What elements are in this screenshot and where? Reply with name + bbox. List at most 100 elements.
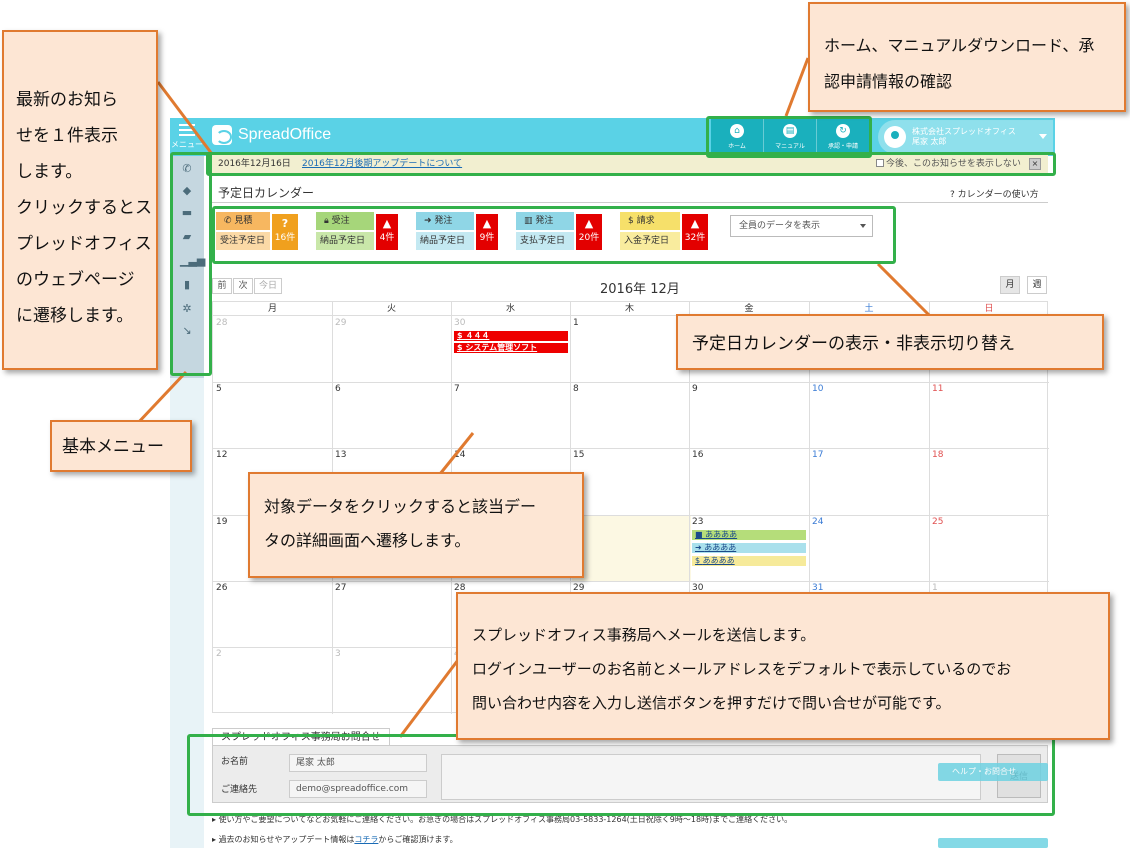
lock-icon: ■ (695, 530, 706, 539)
highlight-menu (170, 152, 212, 376)
day-number[interactable]: 17 (812, 450, 823, 460)
arrow-icon: ➜ (695, 543, 705, 552)
callout-nav: ホーム、マニュアルダウンロード、承 認申請情報の確認 (808, 2, 1126, 112)
dollar-icon: $ (695, 556, 703, 565)
callout-contact: スプレッドオフィス事務局へメールを送信します。 ログインユーザーのお名前とメール… (456, 592, 1110, 740)
view-week-button[interactable]: 週 (1027, 276, 1047, 294)
day-number[interactable]: 19 (216, 517, 227, 527)
callout-text: クリックするとス (16, 198, 152, 218)
highlight-nav (706, 116, 872, 158)
logo-text: SpreadOffice (238, 126, 332, 143)
grid-line (213, 581, 1049, 582)
day-number[interactable]: 16 (692, 450, 703, 460)
callout-text: のウェブページ (16, 270, 135, 290)
callout-text: 基本メニュー (62, 437, 164, 457)
day-number[interactable]: 10 (812, 384, 823, 394)
day-number[interactable]: 26 (216, 583, 227, 593)
event-item[interactable]: ■ ああああ (692, 530, 806, 540)
weekday-header: 月 (213, 302, 332, 316)
weekday-header: 木 (570, 302, 689, 316)
logo[interactable]: SpreadOffice (212, 125, 331, 145)
callout-menu: 基本メニュー (50, 420, 192, 472)
day-number[interactable]: 15 (573, 450, 584, 460)
callout-text: に遷移します。 (16, 306, 134, 326)
footer-link[interactable]: コチラ (354, 835, 378, 844)
day-number[interactable]: 30 (454, 318, 465, 328)
footer-text-1: 使い方やご要望についてなどお気軽にご連絡ください。お急ぎの場合はスプレッドオフィ… (218, 815, 793, 824)
callout-text: 対象データをクリックすると該当デー (264, 497, 537, 516)
spreadoffice-logo-icon (212, 125, 232, 145)
highlight-contact (187, 734, 1055, 816)
callout-text: 認申請情報の確認 (824, 72, 953, 91)
day-number[interactable]: 28 (216, 318, 227, 328)
highlight-tiles (212, 206, 896, 264)
callout-text: タの詳細画面へ遷移します。 (264, 531, 471, 550)
callout-tiles: 予定日カレンダーの表示・非表示切り替え (676, 314, 1104, 370)
callout-notice: 最新のお知ら せを１件表示 します。 クリックするとス プレッドオフィス のウェ… (2, 30, 158, 370)
day-number[interactable]: 8 (573, 384, 579, 394)
callout-text: ホーム、マニュアルダウンロード、承 (824, 36, 1095, 55)
callout-text: せを１件表示 (16, 126, 118, 146)
weekday-header: 水 (451, 302, 570, 316)
callout-text: 予定日カレンダーの表示・非表示切り替え (692, 334, 1015, 354)
grid-line (213, 448, 1049, 449)
callout-text: プレッドオフィス (16, 234, 152, 254)
event-label: ああああ (704, 543, 737, 552)
calendar-help-label: カレンダーの使い方 (957, 190, 1039, 200)
callout-text: 問い合わせ内容を入力し送信ボタンを押すだけで問い合せが可能です。 (472, 694, 951, 712)
callout-events: 対象データをクリックすると該当デー タの詳細画面へ遷移します。 (248, 472, 584, 578)
day-number[interactable]: 27 (335, 583, 346, 593)
day-number[interactable]: 18 (932, 450, 943, 460)
grid-line (213, 382, 1049, 383)
callout-text: スプレッドオフィス事務局へメールを送信します。 (472, 626, 816, 644)
footer-text-2: 過去のお知らせやアップデート情報は (218, 835, 355, 844)
day-number[interactable]: 14 (454, 450, 465, 460)
footer-line-2: ▸ 過去のお知らせやアップデート情報はコチラからご確認頂けます。 (212, 835, 458, 844)
day-number[interactable]: 3 (335, 649, 341, 659)
menu-button[interactable]: メニュー (170, 118, 204, 156)
day-number[interactable]: 1 (573, 318, 579, 328)
event-label: ああああ (705, 530, 738, 539)
day-number[interactable]: 24 (812, 517, 823, 527)
event-item[interactable]: $ ああああ (692, 556, 806, 566)
prev-month-button[interactable]: 前 (212, 278, 232, 294)
day-number[interactable]: 11 (932, 384, 943, 394)
event-item[interactable]: $ ４４４ (454, 331, 568, 341)
app-header: メニュー SpreadOffice ⌂ ホーム ▤ マニュアル ↻ 承認・申請 … (170, 118, 1055, 156)
day-number[interactable]: 13 (335, 450, 346, 460)
view-month-button[interactable]: 月 (1000, 276, 1020, 294)
user-name: 尾家 太郎 (912, 137, 947, 146)
event-item[interactable]: ➜ ああああ (692, 543, 806, 553)
calendar-help-link[interactable]: ? カレンダーの使い方 (950, 187, 1039, 200)
day-number[interactable]: 2 (216, 649, 222, 659)
leader-line-nav (784, 57, 810, 117)
callout-text: します。 (16, 162, 83, 182)
day-number[interactable]: 23 (692, 517, 703, 527)
highlight-notice (206, 152, 1056, 176)
callout-text: 最新のお知ら (16, 90, 118, 110)
day-number[interactable]: 25 (932, 517, 943, 527)
avatar (884, 126, 906, 148)
day-number[interactable]: 5 (216, 384, 222, 394)
day-number[interactable]: 12 (216, 450, 227, 460)
help-contact-button-bottom[interactable] (938, 838, 1048, 848)
page-title: 予定日カレンダー (218, 186, 315, 200)
weekday-header: 火 (332, 302, 451, 316)
next-month-button[interactable]: 次 (233, 278, 253, 294)
month-title: 2016年 12月 (600, 282, 680, 297)
user-menu[interactable]: 株式会社スプレッドオフィス 尾家 太郎 (878, 120, 1053, 154)
footer-text-3: からご確認頂けます。 (378, 835, 458, 844)
chevron-down-icon (1039, 134, 1047, 139)
day-number[interactable]: 29 (335, 318, 346, 328)
day-number[interactable]: 9 (692, 384, 698, 394)
callout-text: ログインユーザーのお名前とメールアドレスをデフォルトで表示しているのでお (472, 660, 1012, 678)
event-label: ああああ (702, 556, 735, 565)
day-number[interactable]: 7 (454, 384, 460, 394)
user-company: 株式会社スプレッドオフィス (912, 127, 1016, 136)
today-button[interactable]: 今日 (254, 278, 282, 294)
day-number[interactable]: 6 (335, 384, 341, 394)
event-item[interactable]: $ システム管理ソフト (454, 343, 568, 353)
menu-label: メニュー (171, 140, 203, 149)
today-cell (572, 515, 691, 581)
divider (212, 202, 1048, 203)
